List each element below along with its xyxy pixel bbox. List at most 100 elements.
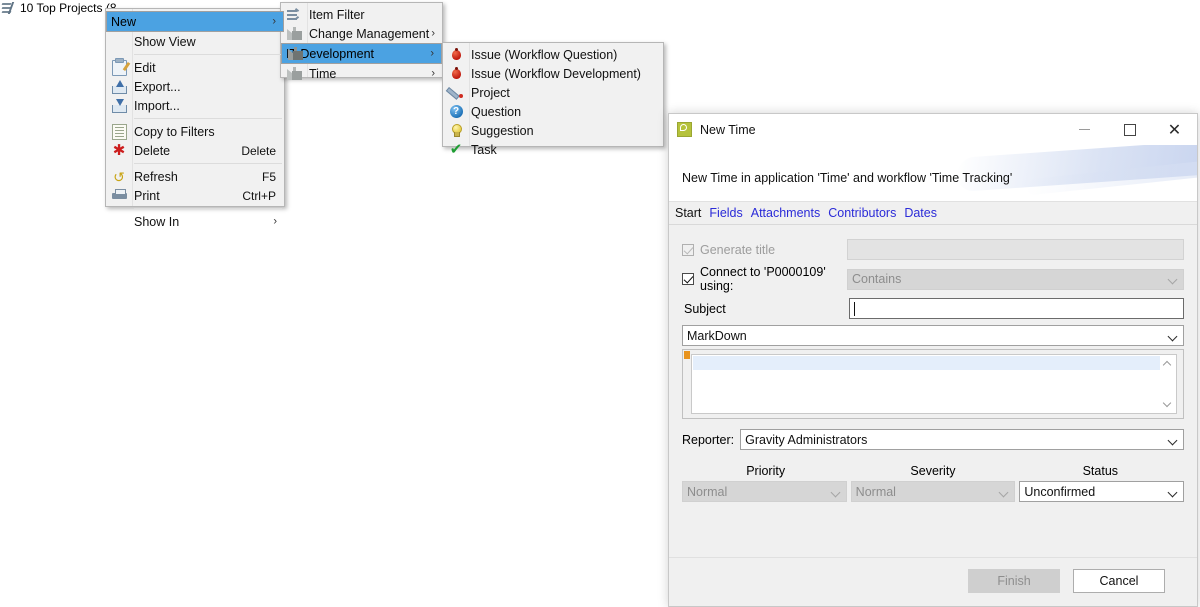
menu-item-export[interactable]: Export...: [106, 77, 284, 96]
submenu-item-time[interactable]: Time ›: [281, 64, 442, 83]
dialog-tabstrip: Start Fields Attachments Contributors Da…: [669, 201, 1197, 224]
connect-to-value: Contains: [852, 272, 902, 286]
connect-to-row: Connect to 'P0000109' using: Contains: [682, 265, 1184, 293]
new-time-dialog: New Time ✕ New Time in application 'Time…: [668, 113, 1198, 607]
factory-icon: [287, 46, 303, 62]
scroll-up-icon[interactable]: [1163, 360, 1171, 368]
chevron-down-icon: [1000, 488, 1008, 496]
status-value: Unconfirmed: [1024, 484, 1096, 499]
submenu-item-it-development[interactable]: IT Development ›: [281, 43, 442, 64]
minimize-button[interactable]: [1062, 114, 1107, 145]
subject-label: Subject: [684, 301, 726, 316]
submenu-item-item-filter[interactable]: Item Filter: [281, 5, 442, 24]
menu-item-accelerator: Ctrl+P: [242, 188, 276, 203]
new-submenu[interactable]: Item Filter Change Management › IT Devel…: [280, 2, 443, 81]
triple-headers: Priority Severity Status: [682, 464, 1184, 478]
connect-to-select: Contains: [847, 268, 1184, 290]
menu-item-label: Time: [309, 66, 337, 81]
menu-item-label: Suggestion: [471, 123, 534, 138]
severity-header: Severity: [910, 464, 956, 478]
menu-item-label: Show View: [134, 34, 196, 49]
priority-select: Normal: [682, 481, 847, 502]
editor-current-line: [693, 356, 1160, 370]
generate-title-checkbox[interactable]: [682, 243, 694, 256]
menu-item-delete[interactable]: ✱ Delete Delete: [106, 141, 284, 160]
generate-title-row: Generate title: [682, 239, 1184, 260]
body-editor[interactable]: [682, 349, 1184, 419]
status-select[interactable]: Unconfirmed: [1019, 481, 1185, 502]
menu-item-label: Issue (Workflow Question): [471, 47, 618, 62]
close-button[interactable]: ✕: [1152, 114, 1197, 145]
edit-icon: [111, 57, 127, 76]
submenu-item-issue-workflow-question[interactable]: Issue (Workflow Question): [443, 45, 663, 64]
background-tab[interactable]: 10 Top Projects (8: [0, 0, 117, 16]
submenu-item-task[interactable]: ✔ Task: [443, 140, 663, 159]
menu-item-label: Edit: [134, 60, 156, 75]
tab-dates[interactable]: Dates: [900, 206, 941, 220]
menu-separator: [134, 118, 282, 119]
connect-to-label-group: Connect to 'P0000109' using:: [682, 265, 847, 293]
dialog-description: New Time in application 'Time' and workf…: [682, 171, 1013, 185]
maximize-button[interactable]: [1107, 114, 1152, 145]
question-icon: ?: [448, 104, 464, 120]
format-select-value: MarkDown: [687, 328, 747, 343]
dialog-title: New Time: [700, 122, 756, 137]
submenu-item-question[interactable]: ? Question: [443, 102, 663, 121]
chevron-down-icon: [1169, 436, 1177, 444]
new-time-icon: [677, 122, 692, 137]
menu-item-edit[interactable]: Edit: [106, 57, 284, 77]
generate-title-label-group: Generate title: [682, 243, 847, 257]
background-tab-label: 10 Top Projects (8: [20, 1, 117, 15]
chevron-right-icon: ›: [431, 67, 435, 79]
dialog-header: New Time in application 'Time' and workf…: [669, 145, 1197, 201]
menu-item-label: Export...: [134, 79, 181, 94]
generate-title-input: [847, 239, 1184, 260]
menu-item-copy-to-filters[interactable]: Copy to Filters: [106, 122, 284, 141]
dialog-title-bar[interactable]: New Time ✕: [669, 114, 1197, 145]
submenu-item-suggestion[interactable]: Suggestion: [443, 121, 663, 140]
chevron-right-icon: ›: [430, 47, 434, 59]
item-filter-icon: [286, 7, 302, 23]
export-icon: [111, 79, 127, 95]
menu-item-label: Delete: [134, 143, 171, 158]
generate-title-label: Generate title: [700, 242, 776, 257]
menu-item-label: Refresh: [134, 169, 178, 184]
menu-item-show-in[interactable]: Show In ›: [106, 212, 284, 231]
window-buttons: ✕: [1062, 114, 1197, 145]
menu-item-refresh[interactable]: ↺ Refresh F5: [106, 167, 284, 186]
menu-item-label: New: [111, 14, 137, 29]
reporter-select[interactable]: Gravity Administrators: [740, 429, 1184, 450]
connect-to-checkbox[interactable]: [682, 273, 694, 285]
menu-separator: [134, 163, 282, 164]
context-menu[interactable]: New › Show View Edit Export... Import...…: [105, 8, 285, 229]
project-icon: [448, 85, 464, 101]
chevron-right-icon: ›: [272, 15, 276, 27]
submenu-item-project[interactable]: Project: [443, 83, 663, 102]
dialog-body: Generate title Connect to 'P0000109' usi…: [669, 224, 1197, 558]
menu-item-print[interactable]: Print Ctrl+P: [106, 186, 284, 205]
tab-start[interactable]: Start: [671, 206, 705, 220]
menu-item-show-view[interactable]: Show View: [106, 32, 284, 51]
format-select[interactable]: MarkDown: [682, 325, 1184, 346]
tab-attachments[interactable]: Attachments: [747, 206, 824, 220]
menu-item-new[interactable]: New ›: [106, 11, 284, 32]
cancel-button[interactable]: Cancel: [1073, 569, 1165, 593]
severity-select: Normal: [850, 481, 1016, 502]
priority-header: Priority: [746, 464, 786, 478]
filter-flow-icon: [1, 2, 16, 14]
it-development-submenu[interactable]: Issue (Workflow Question) Issue (Workflo…: [442, 42, 664, 157]
editor-scrollbar[interactable]: [1160, 356, 1175, 412]
check-icon: ✔: [449, 140, 463, 158]
menu-item-import[interactable]: Import...: [106, 96, 284, 115]
chevron-down-icon: [1169, 488, 1177, 496]
body-editor-inner[interactable]: [691, 354, 1177, 414]
subject-input[interactable]: [849, 298, 1184, 319]
scroll-down-icon[interactable]: [1163, 400, 1171, 408]
tab-contributors[interactable]: Contributors: [824, 206, 900, 220]
bug-icon: [448, 47, 464, 63]
reporter-value: Gravity Administrators: [745, 432, 868, 447]
submenu-item-change-management[interactable]: Change Management ›: [281, 24, 442, 43]
bug-icon: [448, 66, 464, 82]
submenu-item-issue-workflow-development[interactable]: Issue (Workflow Development): [443, 64, 663, 83]
tab-fields[interactable]: Fields: [705, 206, 746, 220]
